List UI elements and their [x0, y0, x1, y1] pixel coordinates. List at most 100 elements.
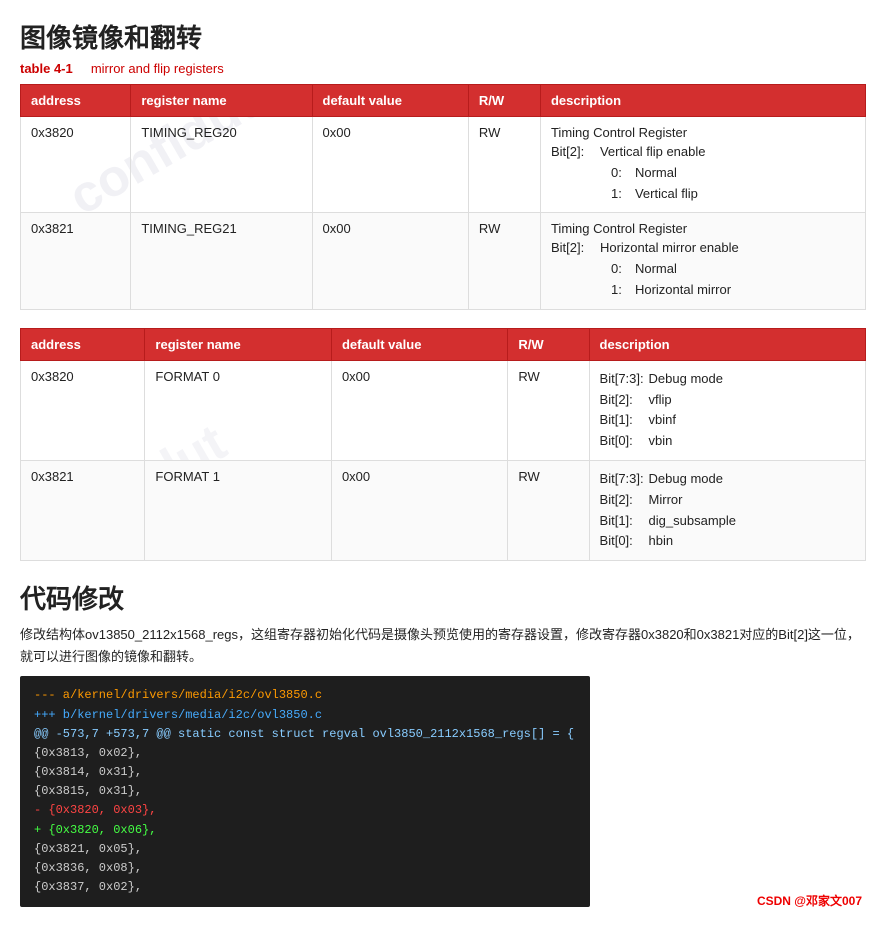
- table2-col-default: default value: [331, 328, 507, 360]
- desc-line: Bit[1]: dig_subsample: [600, 511, 855, 532]
- desc-text: vbin: [649, 431, 673, 452]
- desc-line: Bit[2]: vflip: [600, 390, 855, 411]
- table-row: 0x3821 FORMAT 1 0x00 RW Bit[7:3]: Debug …: [21, 460, 866, 560]
- code-line: {0x3836, 0x08},: [34, 859, 576, 878]
- table1-col-desc: description: [540, 85, 865, 117]
- cell-register: TIMING_REG20: [131, 117, 312, 213]
- cell-desc: Bit[7:3]: Debug mode Bit[2]: Mirror Bit[…: [589, 460, 865, 560]
- code-line: {0x3815, 0x31},: [34, 782, 576, 801]
- cell-address: 0x3820: [21, 117, 131, 213]
- desc-line: Bit[2]: Mirror: [600, 490, 855, 511]
- desc-text: Horizontal mirror: [635, 280, 731, 301]
- section2-text: 修改结构体ov13850_2112x1568_regs，这组寄存器初始化代码是摄…: [20, 624, 866, 668]
- desc-bit: 0:: [611, 259, 631, 280]
- desc-bit: 1:: [611, 280, 631, 301]
- desc-text: Debug mode: [649, 369, 723, 390]
- desc-line: 0: Normal: [611, 259, 855, 280]
- code-line: - {0x3820, 0x03},: [34, 801, 576, 820]
- table1: address register name default value R/W …: [20, 84, 866, 310]
- table1-col-rw: R/W: [468, 85, 540, 117]
- desc-text: vbinf: [649, 410, 676, 431]
- cell-rw: RW: [468, 117, 540, 213]
- desc-bit: Bit[2]:: [551, 238, 596, 259]
- table2: address register name default value R/W …: [20, 328, 866, 561]
- desc-line: Bit[7:3]: Debug mode: [600, 369, 855, 390]
- desc-bit: Bit[2]:: [600, 490, 645, 511]
- table2-col-register: register name: [145, 328, 332, 360]
- code-line: + {0x3820, 0x06},: [34, 821, 576, 840]
- desc-line: Bit[0]: vbin: [600, 431, 855, 452]
- cell-default: 0x00: [312, 117, 468, 213]
- desc-line: Bit[1]: vbinf: [600, 410, 855, 431]
- cell-register: FORMAT 1: [145, 460, 332, 560]
- desc-bit: Bit[0]:: [600, 531, 645, 552]
- desc-bit: Bit[7:3]:: [600, 369, 645, 390]
- code-line: @@ -573,7 +573,7 @@ static const struct …: [34, 725, 576, 744]
- desc-text: vflip: [649, 390, 672, 411]
- table1-header-row: address register name default value R/W …: [21, 85, 866, 117]
- desc-bit: Bit[2]:: [600, 390, 645, 411]
- desc-text: Debug mode: [649, 469, 723, 490]
- desc-line: 0: Normal: [611, 163, 855, 184]
- desc-bit: Bit[7:3]:: [600, 469, 645, 490]
- code-line: +++ b/kernel/drivers/media/i2c/ovl3850.c: [34, 706, 576, 725]
- desc-text: hbin: [649, 531, 674, 552]
- desc-text: Mirror: [649, 490, 683, 511]
- table2-col-address: address: [21, 328, 145, 360]
- table1-label-value: mirror and flip registers: [91, 61, 224, 76]
- table1-label-key: table 4-1: [20, 61, 73, 76]
- code-line: {0x3814, 0x31},: [34, 763, 576, 782]
- cell-default: 0x00: [312, 213, 468, 309]
- cell-desc: Timing Control Register Bit[2]: Vertical…: [540, 117, 865, 213]
- desc-bit: 1:: [611, 184, 631, 205]
- cell-address: 0x3821: [21, 213, 131, 309]
- desc-text: Vertical flip: [635, 184, 698, 205]
- desc-title: Timing Control Register: [551, 221, 855, 236]
- table1-col-register: register name: [131, 85, 312, 117]
- code-line: --- a/kernel/drivers/media/i2c/ovl3850.c: [34, 686, 576, 705]
- desc-line: 1: Horizontal mirror: [611, 280, 855, 301]
- cell-default: 0x00: [331, 360, 507, 460]
- desc-line: 1: Vertical flip: [611, 184, 855, 205]
- cell-rw: RW: [468, 213, 540, 309]
- desc-line: Bit[2]: Horizontal mirror enable: [551, 238, 855, 259]
- desc-bit: Bit[1]:: [600, 410, 645, 431]
- table1-label: table 4-1 mirror and flip registers: [20, 61, 866, 76]
- table2-header-row: address register name default value R/W …: [21, 328, 866, 360]
- code-line: {0x3821, 0x05},: [34, 840, 576, 859]
- desc-line: Bit[2]: Vertical flip enable: [551, 142, 855, 163]
- desc-bit: Bit[2]:: [551, 142, 596, 163]
- desc-bit: Bit[1]:: [600, 511, 645, 532]
- table-row: 0x3820 TIMING_REG20 0x00 RW Timing Contr…: [21, 117, 866, 213]
- desc-text: Horizontal mirror enable: [600, 238, 739, 259]
- cell-default: 0x00: [331, 460, 507, 560]
- table-row: 0x3821 TIMING_REG21 0x00 RW Timing Contr…: [21, 213, 866, 309]
- page-title: 图像镜像和翻转: [20, 18, 866, 55]
- table-row: 0x3820 FORMAT 0 0x00 RW Bit[7:3]: Debug …: [21, 360, 866, 460]
- cell-address: 0x3821: [21, 460, 145, 560]
- cell-address: 0x3820: [21, 360, 145, 460]
- code-line: {0x3813, 0x02},: [34, 744, 576, 763]
- cell-desc: Timing Control Register Bit[2]: Horizont…: [540, 213, 865, 309]
- desc-bit: Bit[0]:: [600, 431, 645, 452]
- table1-col-default: default value: [312, 85, 468, 117]
- cell-register: FORMAT 0: [145, 360, 332, 460]
- desc-text: Vertical flip enable: [600, 142, 706, 163]
- cell-register: TIMING_REG21: [131, 213, 312, 309]
- code-line: {0x3837, 0x02},: [34, 878, 576, 897]
- desc-line: Bit[7:3]: Debug mode: [600, 469, 855, 490]
- desc-title: Timing Control Register: [551, 125, 855, 140]
- table2-col-desc: description: [589, 328, 865, 360]
- desc-text: dig_subsample: [649, 511, 736, 532]
- desc-bit: 0:: [611, 163, 631, 184]
- table1-col-address: address: [21, 85, 131, 117]
- cell-rw: RW: [508, 460, 589, 560]
- desc-text: Normal: [635, 259, 677, 280]
- section2-title: 代码修改: [20, 579, 866, 616]
- desc-line: Bit[0]: hbin: [600, 531, 855, 552]
- desc-text: Normal: [635, 163, 677, 184]
- cell-desc: Bit[7:3]: Debug mode Bit[2]: vflip Bit[1…: [589, 360, 865, 460]
- cell-rw: RW: [508, 360, 589, 460]
- table2-col-rw: R/W: [508, 328, 589, 360]
- code-block: --- a/kernel/drivers/media/i2c/ovl3850.c…: [20, 676, 590, 907]
